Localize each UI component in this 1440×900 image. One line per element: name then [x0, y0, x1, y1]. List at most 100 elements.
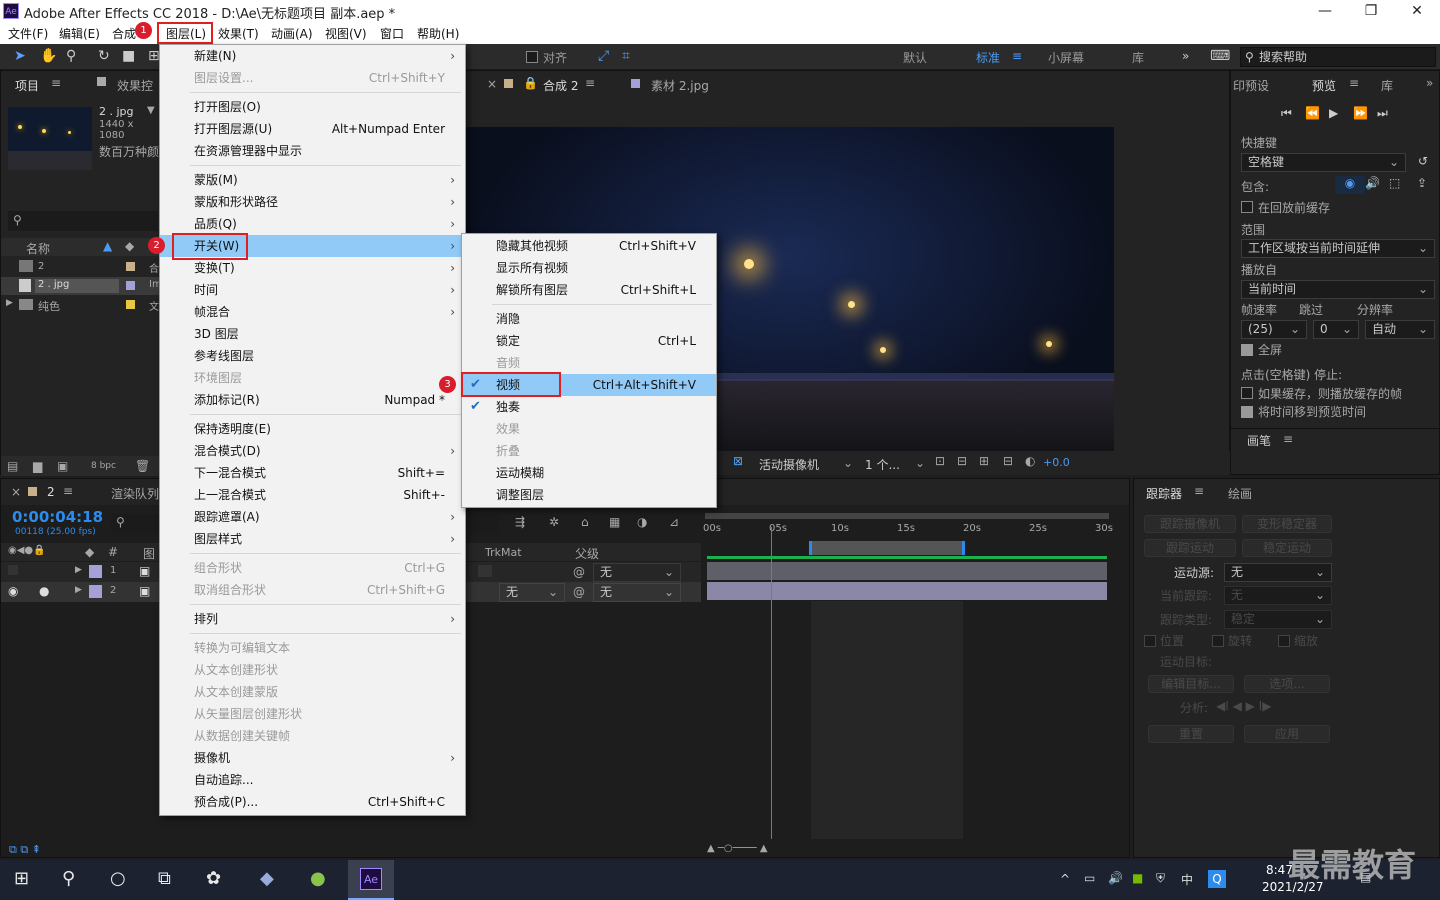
- menu-composition[interactable]: 合成: [112, 25, 136, 42]
- timeline-search-input[interactable]: ⚲: [111, 514, 161, 533]
- menu-item-preserve-transparency[interactable]: 保持透明度(E): [160, 418, 465, 440]
- menu-item-shapes-from-vector[interactable]: 从矢量图层创建形状: [160, 703, 465, 725]
- range-dropdown[interactable]: 工作区域按当前时间延伸 ⌄: [1241, 239, 1435, 258]
- network-icon[interactable]: ▭: [1084, 871, 1095, 885]
- menu-item-group-shapes[interactable]: 组合形状 Ctrl+G: [160, 557, 465, 579]
- play-from-dropdown[interactable]: 当前时间 ⌄: [1241, 280, 1435, 299]
- current-timecode[interactable]: 0:00:04:18: [12, 508, 103, 526]
- menu-item-3d-layer[interactable]: 3D 图层: [160, 323, 465, 345]
- cortana-icon[interactable]: ○: [110, 868, 126, 889]
- rotate-tool-icon[interactable]: ↻: [98, 48, 110, 64]
- submenu-item-shy[interactable]: 消隐: [462, 308, 716, 330]
- menu-item-mask[interactable]: 蒙版(M) ›: [160, 169, 465, 191]
- project-item[interactable]: ▶ 纯色 文: [1, 296, 161, 314]
- menu-item-new[interactable]: 新建(N) ›: [160, 45, 465, 67]
- first-frame-icon[interactable]: ⏮: [1281, 106, 1292, 121]
- analyze-controls-icon[interactable]: ◀I ◀ ▶ I▶: [1216, 699, 1271, 713]
- hand-tool-icon[interactable]: ✋: [40, 48, 57, 64]
- col-name[interactable]: 名称: [26, 240, 50, 257]
- pan-behind-tool-icon[interactable]: ⊞: [148, 48, 160, 64]
- menu-window[interactable]: 窗口: [380, 25, 404, 42]
- last-frame-icon[interactable]: ⏭: [1377, 106, 1388, 121]
- menu-item-environment-layer[interactable]: 环境图层: [160, 367, 465, 389]
- volume-icon[interactable]: 🔊: [1108, 871, 1123, 885]
- submenu-item-effect[interactable]: 效果: [462, 418, 716, 440]
- frame-blending-icon[interactable]: ▦: [609, 515, 620, 529]
- minimize-button[interactable]: —: [1302, 0, 1348, 22]
- menu-item-time[interactable]: 时间 ›: [160, 279, 465, 301]
- chevron-down-icon[interactable]: ⌄: [843, 456, 853, 470]
- tab-timeline[interactable]: 2: [47, 485, 55, 499]
- submenu-item-audio[interactable]: 音频: [462, 352, 716, 374]
- menu-item-open-layer[interactable]: 打开图层(O): [160, 96, 465, 118]
- menu-item-convert-editable-text[interactable]: 转换为可编辑文本: [160, 637, 465, 659]
- panel-overflow-icon[interactable]: »: [1426, 76, 1433, 90]
- workspace-standard[interactable]: 标准: [976, 49, 1000, 66]
- workspace-overflow-icon[interactable]: »: [1182, 49, 1189, 63]
- menu-item-shapes-from-text[interactable]: 从文本创建形状: [160, 659, 465, 681]
- snap-grid-icon[interactable]: ⌗: [622, 48, 630, 64]
- menu-item-blending-mode[interactable]: 混合模式(D) ›: [160, 440, 465, 462]
- new-folder-icon[interactable]: ▆: [33, 459, 42, 473]
- warp-stabilizer-button[interactable]: 变形稳定器: [1242, 515, 1332, 533]
- close-tab-icon[interactable]: ×: [487, 77, 497, 91]
- tab-project[interactable]: 项目: [15, 77, 39, 94]
- transparency-grid-icon[interactable]: ⊠: [733, 454, 743, 468]
- maximize-button[interactable]: ❐: [1348, 0, 1394, 22]
- move-time-checkbox[interactable]: [1241, 406, 1253, 418]
- project-item[interactable]: 2 . jpg Im: [1, 277, 162, 295]
- menu-view[interactable]: 视图(V): [325, 25, 367, 42]
- nvidia-icon[interactable]: ■: [1132, 871, 1143, 885]
- expand-arrow-icon[interactable]: ▶: [6, 298, 13, 308]
- menu-item-camera[interactable]: 摄像机 ›: [160, 747, 465, 769]
- panel-menu-icon[interactable]: ≡: [585, 76, 595, 90]
- menu-edit[interactable]: 编辑(E): [59, 25, 100, 42]
- workspace-menu-icon[interactable]: ≡: [1012, 49, 1022, 63]
- work-area-bar[interactable]: [809, 541, 965, 555]
- parent-dropdown[interactable]: 无 ⌄: [593, 583, 681, 602]
- layer-2-bar[interactable]: [707, 582, 1107, 600]
- include-overlays-icon[interactable]: ⬚: [1389, 176, 1400, 190]
- menu-item-ungroup-shapes[interactable]: 取消组合形状 Ctrl+Shift+G: [160, 579, 465, 601]
- pickwhip-icon[interactable]: @: [573, 565, 585, 579]
- cache-before-playback-checkbox[interactable]: [1241, 201, 1253, 213]
- apply-button[interactable]: 应用: [1244, 725, 1330, 743]
- interpret-footage-icon[interactable]: ▤: [7, 459, 18, 473]
- time-indicator[interactable]: [771, 527, 772, 839]
- menu-animation[interactable]: 动画(A): [271, 25, 313, 42]
- tab-brushes[interactable]: 画笔: [1247, 432, 1271, 449]
- selection-tool-icon[interactable]: ➤: [14, 48, 26, 64]
- app-melon-icon[interactable]: ●: [310, 868, 326, 889]
- expand-arrow-icon[interactable]: ▶: [75, 585, 82, 595]
- submenu-item-unlock-all-layers[interactable]: 解锁所有图层 Ctrl+Shift+L: [462, 279, 716, 301]
- layer-switches-toggle-icon[interactable]: ⧉ ⧉ ⇞: [9, 843, 41, 857]
- menu-item-reveal-in-explorer[interactable]: 在资源管理器中显示: [160, 140, 465, 162]
- menu-item-masks-from-text[interactable]: 从文本创建蒙版: [160, 681, 465, 703]
- menu-item-arrange[interactable]: 排列 ›: [160, 608, 465, 630]
- menu-item-frame-blending[interactable]: 帧混合 ›: [160, 301, 465, 323]
- snap-checkbox[interactable]: [526, 51, 538, 63]
- fullscreen-checkbox[interactable]: [1241, 344, 1253, 356]
- workspace-small-screen[interactable]: 小屏幕: [1048, 49, 1084, 66]
- draft-3d-icon[interactable]: ✲: [549, 515, 559, 529]
- submenu-item-collapse[interactable]: 折叠: [462, 440, 716, 462]
- lock-icon[interactable]: 🔒: [523, 76, 538, 90]
- delete-icon[interactable]: 🗑: [135, 459, 150, 473]
- menu-item-mask-shape-path[interactable]: 蒙版和形状路径 ›: [160, 191, 465, 213]
- menu-item-open-layer-source[interactable]: 打开图层源(U) Alt+Numpad Enter: [160, 118, 465, 140]
- taskbar-ae-app[interactable]: Ae: [348, 860, 394, 900]
- tray-chevron-icon[interactable]: ^: [1060, 872, 1070, 886]
- menu-item-track-matte[interactable]: 跟踪遮罩(A) ›: [160, 506, 465, 528]
- options-button[interactable]: 选项...: [1244, 675, 1330, 693]
- project-item[interactable]: 2 合: [1, 258, 161, 276]
- play-cached-checkbox[interactable]: [1241, 387, 1253, 399]
- tab-render-queue[interactable]: 渲染队列: [111, 485, 159, 502]
- windows-start-icon[interactable]: ⊞: [14, 868, 29, 889]
- graph-editor-icon[interactable]: ⊿: [669, 515, 679, 529]
- search-icon[interactable]: ⚲: [62, 868, 75, 889]
- new-composition-icon[interactable]: ▣: [57, 459, 68, 473]
- toggle-pixel-aspect-icon[interactable]: ⊡: [935, 454, 945, 468]
- prev-frame-icon[interactable]: ⏪: [1305, 106, 1320, 120]
- resolution-dropdown[interactable]: 自动 ⌄: [1365, 320, 1435, 339]
- label-col-icon[interactable]: ◆: [125, 239, 134, 253]
